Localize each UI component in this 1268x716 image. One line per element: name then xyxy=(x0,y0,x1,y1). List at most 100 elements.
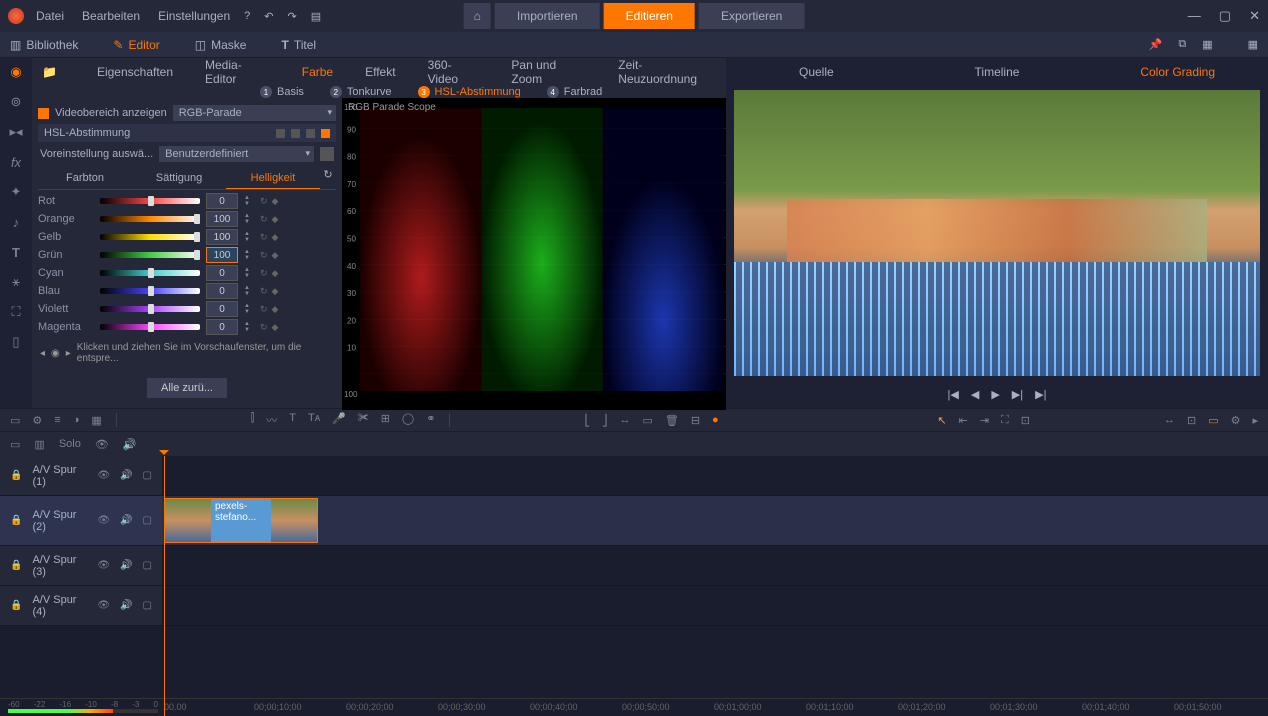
th-ic-1[interactable]: ▭ xyxy=(10,438,20,451)
track-box-icon[interactable]: ▢ xyxy=(143,515,152,526)
th-ic-2[interactable]: ▥ xyxy=(34,438,44,451)
hsl-tab-reset-icon[interactable]: ↻ xyxy=(320,168,336,189)
reset-all-button[interactable]: Alle zurü... xyxy=(147,378,227,398)
tl-ic-blade[interactable]: ✀ xyxy=(358,412,369,428)
tl-ic-z3[interactable]: ▭ xyxy=(1208,414,1218,427)
video-clip[interactable]: pexels-stefano... xyxy=(164,498,318,543)
tl-ic-z1[interactable]: ↔ xyxy=(1164,414,1175,427)
track-4-body[interactable] xyxy=(162,586,1268,625)
hint-eye-icon[interactable]: ◉ xyxy=(51,348,60,359)
row-violet-input[interactable] xyxy=(206,301,238,317)
et-retime[interactable]: Zeit-Neuzuordnung xyxy=(618,58,716,86)
keyframe-icon[interactable]: ◆ xyxy=(272,268,279,279)
spin-down-icon[interactable]: ▼ xyxy=(244,219,254,225)
tab-editor[interactable]: ✎ Editor xyxy=(113,38,159,52)
tl-ic-rec[interactable]: ● xyxy=(712,414,719,427)
keyframe-icon[interactable]: ◆ xyxy=(272,232,279,243)
tl-ic-z5[interactable]: ▸ xyxy=(1252,414,1258,427)
tab-mask[interactable]: ◫ Maske xyxy=(195,38,247,52)
tl-ic-mic[interactable]: 🎤 xyxy=(332,412,346,428)
row-yellow-input[interactable] xyxy=(206,229,238,245)
tl-ic-m3[interactable]: ↔ xyxy=(619,414,630,427)
tab-library[interactable]: ▥ Bibliothek xyxy=(10,38,78,52)
time-ruler[interactable]: 00.00 00;00;10;00 00;00;20;00 00;00;30;0… xyxy=(0,698,1268,716)
track-box-icon[interactable]: ▢ xyxy=(143,560,152,571)
reset-icon[interactable]: ↻ xyxy=(260,322,268,333)
hsl-tab-lum[interactable]: Helligkeit xyxy=(226,168,320,189)
preview-tab-timeline[interactable]: Timeline xyxy=(907,58,1088,86)
tl-ic-text[interactable]: T xyxy=(289,412,296,428)
tl-ic-m1[interactable]: ⎣ xyxy=(584,414,590,427)
track-1-body[interactable] xyxy=(162,456,1268,495)
next-frame-icon[interactable]: ▶| xyxy=(1012,388,1023,401)
st-curve[interactable]: 2Tonkurve xyxy=(330,86,392,98)
tl-ic-z4[interactable]: ⚙ xyxy=(1231,414,1241,427)
tl-ic-4[interactable]: ◑ xyxy=(73,414,80,427)
side-text-icon[interactable]: T xyxy=(8,244,24,260)
save-icon[interactable]: ▤ xyxy=(311,10,321,23)
tl-ic-m4[interactable]: ▭ xyxy=(642,414,652,427)
et-props[interactable]: Eigenschaften xyxy=(97,65,173,79)
reset-icon[interactable]: ↻ xyxy=(260,286,268,297)
row-magenta-slider[interactable] xyxy=(100,324,200,330)
tl-ic-out[interactable]: ⇥ xyxy=(980,414,989,427)
spin-down-icon[interactable]: ▼ xyxy=(244,309,254,315)
track-eye-icon[interactable]: 👁 xyxy=(97,470,110,481)
tab-title[interactable]: T Titel xyxy=(281,38,316,52)
section-ic1[interactable] xyxy=(276,129,285,138)
tl-ic-trash[interactable]: 🗑 xyxy=(665,414,679,427)
reset-icon[interactable]: ↻ xyxy=(260,232,268,243)
close-icon[interactable]: ✕ xyxy=(1249,8,1260,24)
tl-ic-3[interactable]: ≡ xyxy=(54,414,60,427)
tl-ic-m2[interactable]: ⎦ xyxy=(602,414,608,427)
video-range-checkbox[interactable] xyxy=(38,108,49,119)
import-button[interactable]: Importieren xyxy=(495,3,600,29)
reset-icon[interactable]: ↻ xyxy=(260,196,268,207)
goto-end-icon[interactable]: ▶| xyxy=(1035,388,1046,401)
panel-layout-icon[interactable]: ▦ xyxy=(1248,39,1258,51)
et-pan[interactable]: Pan und Zoom xyxy=(511,58,586,86)
spin-down-icon[interactable]: ▼ xyxy=(244,273,254,279)
tl-ic-graph[interactable]: ⫿ xyxy=(251,412,255,428)
track-speaker-icon[interactable]: 🔊 xyxy=(120,600,132,611)
side-transition-icon[interactable]: ▸◂ xyxy=(8,124,24,140)
export-button[interactable]: Exportieren xyxy=(699,3,804,29)
th-eye-icon[interactable]: 👁 xyxy=(95,438,109,451)
menu-file[interactable]: Datei xyxy=(36,9,64,23)
spin-down-icon[interactable]: ▼ xyxy=(244,201,254,207)
hsl-tab-hue[interactable]: Farbton xyxy=(38,168,132,189)
playhead[interactable] xyxy=(164,456,165,716)
et-media[interactable]: Media-Editor xyxy=(205,58,270,86)
prev-frame-icon[interactable]: ◀ xyxy=(971,388,979,401)
keyframe-icon[interactable]: ◆ xyxy=(272,322,279,333)
row-orange-input[interactable] xyxy=(206,211,238,227)
keyframe-icon[interactable]: ◆ xyxy=(272,286,279,297)
side-media-icon[interactable]: ◉ xyxy=(8,64,24,80)
play-icon[interactable]: ▶ xyxy=(991,388,999,401)
track-lock-icon[interactable]: 🔒 xyxy=(10,515,22,526)
reset-icon[interactable]: ↻ xyxy=(260,304,268,315)
row-magenta-input[interactable] xyxy=(206,319,238,335)
menu-settings[interactable]: Einstellungen xyxy=(158,9,230,23)
preset-save-icon[interactable] xyxy=(320,147,334,161)
spin-down-icon[interactable]: ▼ xyxy=(244,237,254,243)
side-trash-icon[interactable]: ▯ xyxy=(8,334,24,350)
track-lock-icon[interactable]: 🔒 xyxy=(10,560,22,571)
edit-button[interactable]: Editieren xyxy=(604,3,695,29)
tl-ic-del[interactable]: ⊟ xyxy=(691,414,700,427)
row-green-slider[interactable] xyxy=(100,252,200,258)
help-icon[interactable]: ? xyxy=(244,10,250,23)
preview-tab-source[interactable]: Quelle xyxy=(726,58,907,86)
track-eye-icon[interactable]: 👁 xyxy=(97,515,110,526)
row-blue-input[interactable] xyxy=(206,283,238,299)
copy-icon[interactable]: ⧉ xyxy=(1178,38,1186,51)
section-ic2[interactable] xyxy=(291,129,300,138)
tl-ic-2[interactable]: ⚙ xyxy=(32,414,42,427)
minimize-icon[interactable]: — xyxy=(1188,8,1201,24)
section-ic4[interactable] xyxy=(321,129,330,138)
keyframe-icon[interactable]: ◆ xyxy=(272,250,279,261)
tl-ic-grid[interactable]: ⊞ xyxy=(381,412,390,428)
tl-ic-link[interactable]: ⚭ xyxy=(426,412,435,428)
row-blue-slider[interactable] xyxy=(100,288,200,294)
folder-icon[interactable]: 📁 xyxy=(42,65,57,79)
